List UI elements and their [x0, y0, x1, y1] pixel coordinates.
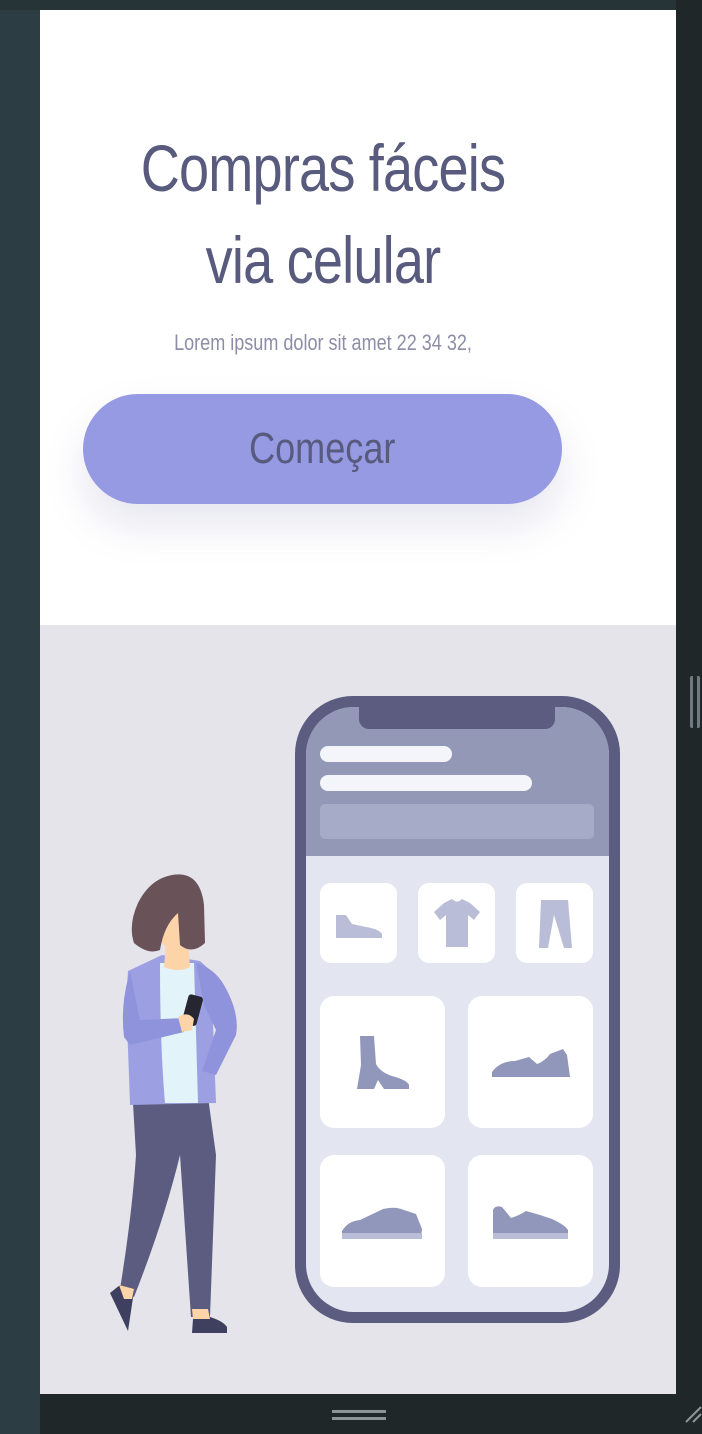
- start-button-label: Começar: [249, 424, 396, 473]
- sneaker-sole: [342, 1233, 422, 1239]
- woman-shoe-right: [192, 1317, 227, 1333]
- resize-corner-icon[interactable]: [682, 1402, 702, 1424]
- woman-ankle-right: [192, 1309, 210, 1319]
- phone-header-line-1: [320, 746, 452, 762]
- window-top-border: [0, 0, 702, 10]
- title-line-1: Compras fáceis: [140, 131, 506, 205]
- page-subtitle: Lorem ipsum dolor sit amet 22 34 32,: [174, 330, 472, 355]
- category-tile-pants[interactable]: [516, 883, 593, 963]
- woman-pants: [120, 1097, 216, 1317]
- sneaker-sole: [493, 1233, 568, 1239]
- phone-mockup: [295, 696, 620, 1323]
- start-button[interactable]: Começar: [83, 394, 562, 504]
- shopping-illustration: [40, 625, 676, 1394]
- category-tile-shoes[interactable]: [320, 883, 397, 963]
- hero-section: Compras fáceis via celular Lorem ipsum d…: [40, 10, 676, 625]
- side-resize-handle[interactable]: [690, 676, 700, 728]
- phone-header-line-2: [320, 775, 532, 791]
- page-title: Compras fáceis via celular: [91, 122, 555, 306]
- bottom-drag-handle[interactable]: [332, 1410, 386, 1420]
- title-line-2: via celular: [205, 223, 441, 297]
- phone-search-bar: [320, 804, 594, 839]
- app-screen: Compras fáceis via celular Lorem ipsum d…: [40, 10, 676, 1394]
- illustration-canvas: [110, 696, 620, 1333]
- product-tile-1[interactable]: [320, 996, 445, 1128]
- woman-figure: [110, 874, 237, 1333]
- phone-notch: [359, 705, 555, 729]
